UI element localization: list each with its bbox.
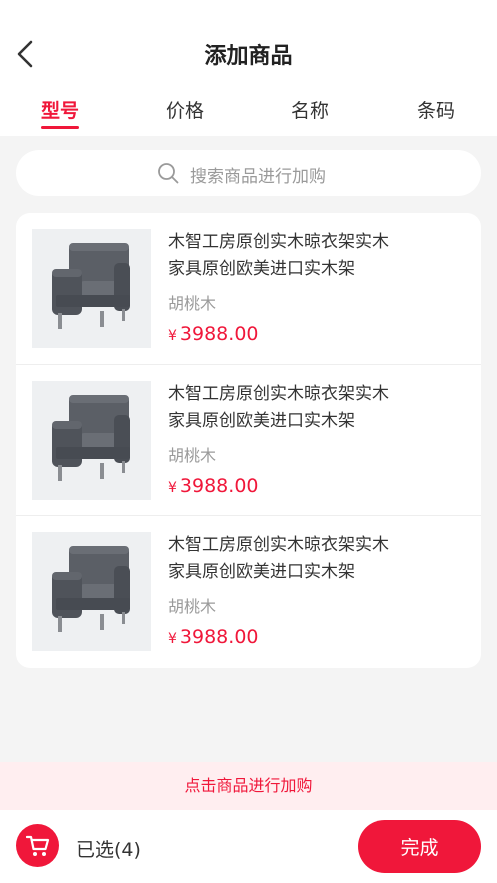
list-item[interactable]: 木智工房原创实木晾衣架实木家具原创欧美进口实木架 胡桃木 ¥3988.00 <box>16 213 481 364</box>
done-button[interactable]: 完成 <box>358 820 481 873</box>
currency-symbol: ¥ <box>168 480 177 496</box>
active-tab-indicator <box>41 126 79 129</box>
product-spec: 胡桃木 <box>168 294 217 313</box>
armchair-icon <box>32 229 151 348</box>
product-spec: 胡桃木 <box>168 597 217 616</box>
product-price: ¥3988.00 <box>168 323 259 345</box>
armchair-icon <box>32 381 151 500</box>
selected-count: 已选(4) <box>76 839 141 861</box>
cart-button[interactable] <box>16 824 59 867</box>
tab-price[interactable]: 价格 <box>166 96 204 123</box>
price-value: 3988.00 <box>179 475 259 497</box>
search-input[interactable]: 搜索商品进行加购 <box>16 150 481 196</box>
product-spec: 胡桃木 <box>168 446 217 465</box>
product-price: ¥3988.00 <box>168 475 259 497</box>
nav-bar: 添加商品 <box>0 0 497 88</box>
list-item[interactable]: 木智工房原创实木晾衣架实木家具原创欧美进口实木架 胡桃木 ¥3988.00 <box>16 364 481 515</box>
list-item[interactable]: 木智工房原创实木晾衣架实木家具原创欧美进口实木架 胡桃木 ¥3988.00 <box>16 515 481 666</box>
product-name: 木智工房原创实木晾衣架实木家具原创欧美进口实木架 <box>168 232 389 279</box>
product-name: 木智工房原创实木晾衣架实木家具原创欧美进口实木架 <box>168 384 389 431</box>
search-area: 搜索商品进行加购 <box>0 136 497 210</box>
product-name: 木智工房原创实木晾衣架实木家具原创欧美进口实木架 <box>168 535 389 582</box>
currency-symbol: ¥ <box>168 631 177 647</box>
tab-name[interactable]: 名称 <box>291 96 329 123</box>
product-list: 木智工房原创实木晾衣架实木家具原创欧美进口实木架 胡桃木 ¥3988.00 木智… <box>16 213 481 668</box>
armchair-icon <box>32 532 151 651</box>
price-value: 3988.00 <box>179 323 259 345</box>
price-value: 3988.00 <box>179 626 259 648</box>
tab-barcode[interactable]: 条码 <box>417 96 455 123</box>
bottom-action-bar: 已选(4) 完成 <box>0 810 497 883</box>
search-placeholder: 搜索商品进行加购 <box>190 167 326 187</box>
cart-icon <box>26 835 50 856</box>
product-price: ¥3988.00 <box>168 626 259 648</box>
add-to-cart-hint: 点击商品进行加购 <box>0 762 497 810</box>
page-title: 添加商品 <box>204 44 293 69</box>
product-image <box>32 229 151 348</box>
currency-symbol: ¥ <box>168 328 177 344</box>
tab-model[interactable]: 型号 <box>41 96 79 123</box>
search-icon <box>158 163 179 184</box>
product-image <box>32 381 151 500</box>
add-product-page: 添加商品 型号 价格 名称 条码 搜索商品进行加购 木智工房原创实木晾衣架实木家… <box>0 0 497 883</box>
product-image <box>32 532 151 651</box>
